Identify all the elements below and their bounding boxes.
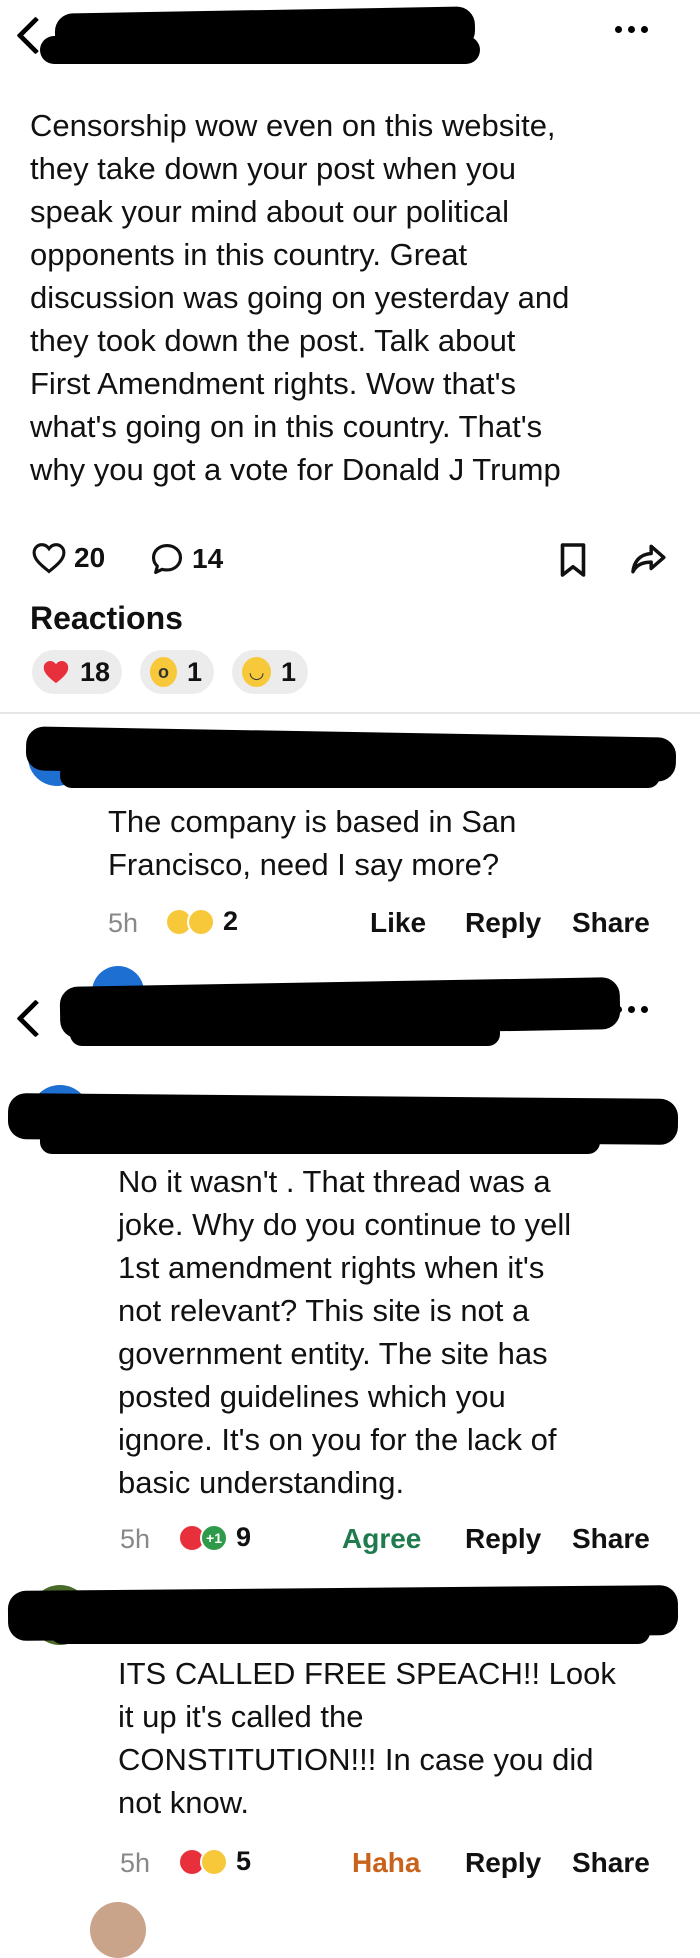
share-button[interactable]: Share <box>572 1523 650 1555</box>
heart-icon <box>43 661 69 684</box>
haha-emoji-icon: ◡ <box>242 657 271 687</box>
comment-count: 14 <box>192 543 224 574</box>
comment-text: No it wasn't . That thread was a joke. W… <box>118 1164 572 1500</box>
more-icon[interactable] <box>615 26 648 33</box>
reply-button[interactable]: Reply <box>465 1523 541 1555</box>
comment-stat[interactable]: 14 <box>150 542 223 576</box>
agree-icon: +1 <box>200 1523 228 1552</box>
comment-time: 5h <box>108 908 139 938</box>
comment-icon <box>151 543 183 575</box>
heart-icon <box>32 543 66 574</box>
redacted-author-2 <box>40 36 480 64</box>
post-text: Censorship wow even on this website, the… <box>30 108 570 487</box>
comment-reactions[interactable]: 2 <box>165 906 238 937</box>
haha-emoji-icon <box>187 907 215 936</box>
avatar[interactable] <box>90 1902 146 1958</box>
like-button[interactable]: Like <box>370 907 426 939</box>
redacted-commenter-2 <box>40 1126 600 1154</box>
more-icon[interactable] <box>615 1006 648 1013</box>
reaction-wow-pill[interactable]: o 1 <box>140 650 214 694</box>
comment-time: 5h <box>120 1848 151 1878</box>
comment-text: The company is based in San Francisco, n… <box>108 804 517 882</box>
haha-emoji-icon <box>200 1847 228 1876</box>
haha-button[interactable]: Haha <box>352 1847 420 1879</box>
reaction-heart-pill[interactable]: 18 <box>32 650 122 694</box>
like-count: 20 <box>74 542 106 573</box>
reaction-count: 5 <box>236 1846 252 1876</box>
comment-reactions[interactable]: 5 <box>178 1846 251 1877</box>
reaction-haha-pill[interactable]: ◡ 1 <box>232 650 308 694</box>
agree-button[interactable]: Agree <box>342 1523 421 1555</box>
comment-reactions[interactable]: +1 9 <box>178 1522 251 1553</box>
reaction-count: 1 <box>186 656 202 687</box>
reactions-title: Reactions <box>30 600 183 636</box>
reply-button[interactable]: Reply <box>465 1847 541 1879</box>
back-icon[interactable] <box>16 999 55 1038</box>
reaction-count: 2 <box>223 906 239 936</box>
divider <box>0 712 700 714</box>
reply-button[interactable]: Reply <box>465 907 541 939</box>
like-stat[interactable]: 20 <box>32 542 105 574</box>
bookmark-icon[interactable] <box>558 542 588 578</box>
share-button[interactable]: Share <box>572 1847 650 1879</box>
redacted-commenter-2 <box>60 762 660 788</box>
redacted-author-2 <box>70 1020 500 1046</box>
reaction-count: 9 <box>236 1522 252 1552</box>
reaction-count: 18 <box>79 656 110 687</box>
wow-emoji-icon: o <box>150 657 177 687</box>
comment-time: 5h <box>120 1524 151 1554</box>
share-button[interactable]: Share <box>572 907 650 939</box>
comment-text: ITS CALLED FREE SPEACH!! Look it up it's… <box>118 1656 616 1820</box>
reaction-count: 1 <box>280 656 296 687</box>
share-icon[interactable] <box>628 540 668 578</box>
redacted-commenter-2 <box>50 1618 650 1644</box>
